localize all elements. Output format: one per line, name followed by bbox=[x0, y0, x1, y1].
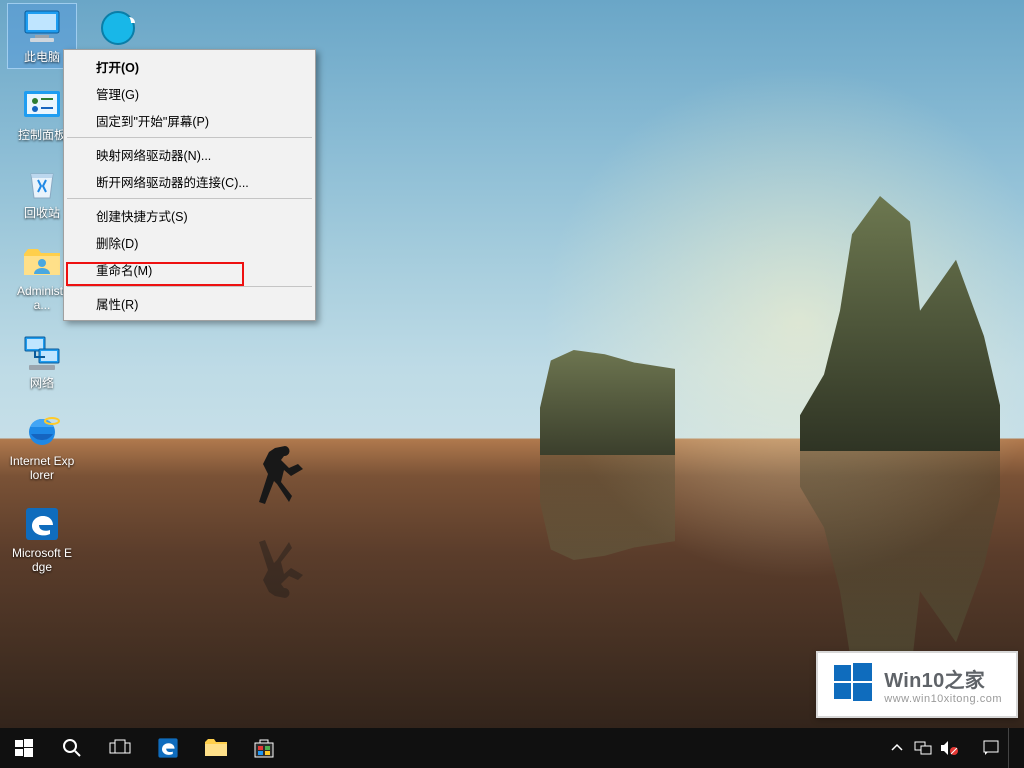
wallpaper-runner-reflection bbox=[252, 524, 312, 602]
search-icon bbox=[62, 738, 82, 758]
watermark-subtitle: www.win10xitong.com bbox=[884, 693, 1002, 705]
desktop[interactable]: 此电脑 控制面板 回收站 Administra... 网络 bbox=[0, 0, 1024, 768]
desktop-icon-internet-explorer[interactable]: Internet Explorer bbox=[8, 408, 76, 486]
ctx-separator bbox=[67, 137, 312, 138]
file-explorer-icon bbox=[204, 738, 228, 758]
wallpaper-rock-left bbox=[540, 350, 675, 455]
tray-action-center-button[interactable] bbox=[982, 739, 1000, 757]
tray-network-button[interactable] bbox=[914, 739, 932, 757]
internet-explorer-icon bbox=[20, 412, 64, 452]
system-tray bbox=[888, 728, 1024, 768]
browser-icon bbox=[96, 8, 140, 48]
ctx-item-create-shortcut[interactable]: 创建快捷方式(S) bbox=[66, 202, 313, 229]
taskbar-edge-button[interactable] bbox=[144, 728, 192, 768]
windows-start-icon bbox=[15, 739, 33, 757]
ctx-item-delete[interactable]: 删除(D) bbox=[66, 229, 313, 256]
store-icon bbox=[253, 737, 275, 759]
show-desktop-button[interactable] bbox=[1008, 728, 1014, 768]
watermark-banner: Win10之家 www.win10xitong.com bbox=[816, 651, 1018, 718]
taskbar-task-view-button[interactable] bbox=[96, 728, 144, 768]
desktop-icon-label: Microsoft Edge bbox=[9, 546, 75, 574]
windows-logo-icon bbox=[832, 661, 874, 708]
taskbar-search-button[interactable] bbox=[48, 728, 96, 768]
recycle-bin-icon bbox=[20, 164, 64, 204]
watermark-title: Win10之家 bbox=[884, 664, 1002, 693]
ctx-item-map-network-drive[interactable]: 映射网络驱动器(N)... bbox=[66, 141, 313, 168]
taskbar-file-explorer-button[interactable] bbox=[192, 728, 240, 768]
desktop-icon-label: Internet Explorer bbox=[9, 454, 75, 482]
desktop-icon-label: 控制面板 bbox=[18, 128, 66, 142]
tray-show-hidden-button[interactable] bbox=[888, 739, 906, 757]
ctx-separator bbox=[67, 286, 312, 287]
ctx-item-manage[interactable]: 管理(G) bbox=[66, 80, 313, 107]
edge-icon bbox=[20, 504, 64, 544]
user-folder-icon bbox=[20, 242, 64, 282]
ctx-item-open[interactable]: 打开(O) bbox=[66, 53, 313, 80]
task-view-icon bbox=[109, 739, 131, 757]
taskbar bbox=[0, 728, 1024, 768]
tray-volume-button[interactable] bbox=[940, 739, 958, 757]
ctx-item-properties[interactable]: 属性(R) bbox=[66, 290, 313, 317]
network-icon bbox=[20, 334, 64, 374]
wallpaper-runner-silhouette bbox=[252, 442, 312, 520]
network-tray-icon bbox=[914, 741, 932, 755]
wallpaper-rock-left-reflection bbox=[540, 455, 675, 560]
control-panel-icon bbox=[20, 86, 64, 126]
start-button[interactable] bbox=[0, 728, 48, 768]
action-center-icon bbox=[983, 740, 999, 756]
wallpaper-rock-right bbox=[800, 196, 1000, 451]
desktop-icon-label: 此电脑 bbox=[24, 50, 60, 64]
desktop-icon-network[interactable]: 网络 bbox=[8, 330, 76, 394]
ctx-item-pin-to-start[interactable]: 固定到"开始"屏幕(P) bbox=[66, 107, 313, 134]
desktop-icon-label: 回收站 bbox=[24, 206, 60, 220]
this-pc-icon bbox=[20, 8, 64, 48]
ctx-item-rename[interactable]: 重命名(M) bbox=[66, 256, 313, 283]
ctx-separator bbox=[67, 198, 312, 199]
desktop-icon-qq-browser[interactable] bbox=[84, 4, 152, 54]
ctx-item-disconnect-network-drive[interactable]: 断开网络驱动器的连接(C)... bbox=[66, 168, 313, 195]
taskbar-store-button[interactable] bbox=[240, 728, 288, 768]
desktop-icon-microsoft-edge[interactable]: Microsoft Edge bbox=[8, 500, 76, 578]
context-menu: 打开(O) 管理(G) 固定到"开始"屏幕(P) 映射网络驱动器(N)... 断… bbox=[63, 49, 316, 321]
watermark-text: Win10之家 www.win10xitong.com bbox=[884, 664, 1002, 705]
desktop-icon-label: 网络 bbox=[30, 376, 54, 390]
edge-icon bbox=[156, 736, 180, 760]
chevron-up-icon bbox=[891, 742, 903, 754]
volume-muted-icon bbox=[940, 740, 958, 756]
